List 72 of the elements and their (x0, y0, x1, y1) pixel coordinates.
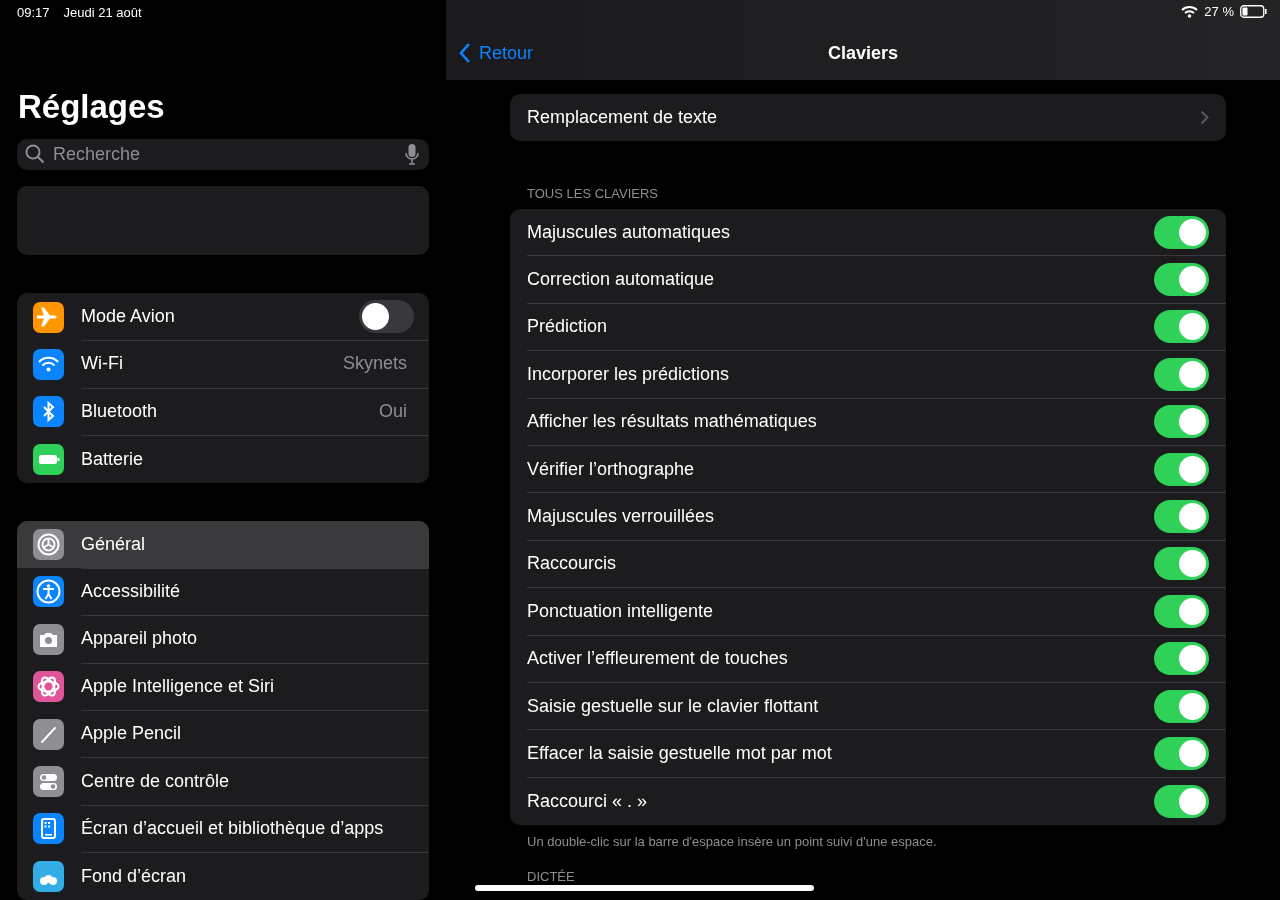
item-label: Apple Intelligence et Siri (81, 675, 276, 697)
setting-label: Vérifier l’orthographe (527, 458, 695, 480)
item-label: Batterie (81, 448, 145, 470)
text-replacement-row[interactable]: Remplacement de texte (510, 94, 1226, 141)
item-value: Oui (379, 400, 407, 422)
sidebar-item[interactable]: Bluetooth Oui (17, 388, 429, 436)
setting-label: Afficher les résultats mathématiques (527, 411, 817, 433)
back-button[interactable]: Retour (459, 42, 534, 64)
toggle-switch[interactable] (1154, 594, 1209, 628)
battery-icon (1240, 5, 1268, 18)
toggle-switch[interactable] (1154, 357, 1209, 391)
footer-note: Un double-clic sur la barre d'espace insère un point suivi d'une espace. (527, 834, 938, 850)
toggle-switch[interactable] (1154, 452, 1209, 486)
sidebar-item[interactable]: Apple Intelligence et Siri (17, 663, 429, 711)
sidebar-item[interactable]: Écran d’accueil et bibliothèque d’apps (17, 805, 429, 853)
setting-label: Correction automatique (527, 269, 715, 291)
microphone-icon (405, 143, 419, 166)
search-icon (25, 144, 45, 165)
setting-label: Effacer la saisie gestuelle mot par mot (527, 743, 832, 764)
toggle-switch[interactable] (1154, 215, 1209, 249)
item-value: Skynets (342, 353, 407, 375)
toggle-switch[interactable] (1154, 547, 1209, 581)
item-label: Apple Pencil (81, 723, 183, 745)
setting-label: Raccourci « . » (527, 790, 648, 812)
page-title: Claviers (827, 42, 899, 63)
toggle-switch[interactable] (1154, 310, 1209, 344)
sidebar-item[interactable]: Général (17, 520, 429, 569)
status-date: Jeudi 21 août (63, 5, 142, 21)
toggle-switch[interactable] (1154, 263, 1209, 297)
chevron-right-icon (1200, 110, 1209, 125)
item-label: Wi-Fi (81, 353, 124, 375)
battery-percentage: 27 % (1204, 4, 1234, 19)
setting-label: Saisie gestuelle sur le clavier flottant (527, 695, 819, 717)
setting-label: Activer l’effleurement de touches (527, 648, 788, 670)
toggle-switch[interactable] (1154, 689, 1209, 723)
sidebar-item[interactable]: Apple Pencil (17, 710, 429, 758)
toggle-switch[interactable] (1154, 642, 1209, 676)
item-label: Fond d’écran (81, 865, 188, 887)
sidebar-item[interactable]: Batterie (17, 435, 429, 483)
item-label: Bluetooth (81, 400, 159, 422)
sidebar-item[interactable]: Centre de contrôle (17, 757, 429, 806)
item-label: Accessibilité (81, 580, 182, 602)
toggle-switch[interactable] (1154, 784, 1209, 818)
toggle-switch[interactable] (1154, 405, 1209, 439)
sidebar-item[interactable]: Wi-Fi Skynets (17, 340, 429, 389)
row-label: Remplacement de texte (527, 107, 718, 128)
section-header: DICTÉE (527, 869, 576, 885)
sidebar-item[interactable]: Accessibilité (17, 568, 429, 616)
item-label: Écran d’accueil et bibliothèque d’apps (81, 817, 385, 839)
item-label: Mode Avion (81, 306, 176, 327)
setting-label: Prédiction (527, 316, 608, 338)
search-field[interactable]: Recherche (51, 142, 399, 166)
toggle-switch[interactable] (359, 300, 414, 333)
setting-label: Ponctuation intelligente (527, 600, 714, 622)
setting-label: Incorporer les prédictions (527, 363, 730, 385)
setting-label: Raccourcis (527, 553, 617, 575)
item-label: Centre de contrôle (81, 770, 231, 792)
search-field[interactable]: Recherche (17, 138, 429, 170)
status-time: 09:17 (17, 5, 50, 21)
setting-label: Majuscules verrouillées (527, 506, 715, 528)
chevron-left-icon (459, 43, 471, 63)
item-label: Appareil photo (81, 628, 199, 650)
toggle-switch[interactable] (1154, 737, 1209, 770)
section-header: TOUS LES CLAVIERS (527, 186, 659, 201)
setting-label: Majuscules automatiques (527, 221, 731, 243)
sidebar-item[interactable]: Mode Avion (17, 293, 429, 341)
settings-title: Réglages (18, 86, 165, 127)
sidebar-item[interactable]: Appareil photo (17, 615, 429, 664)
wifi-icon (1181, 5, 1199, 18)
item-label: Général (81, 533, 147, 555)
sidebar-item[interactable]: Fond d’écran (17, 852, 429, 900)
toggle-switch[interactable] (1154, 500, 1209, 534)
